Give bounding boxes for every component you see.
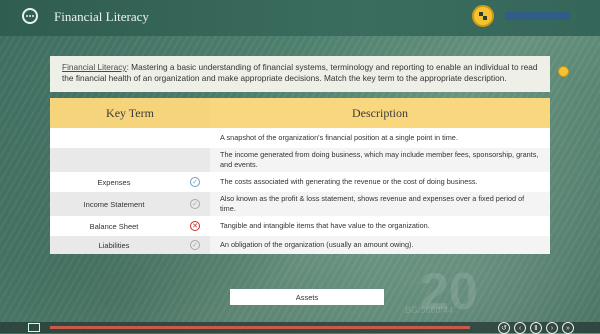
- menu-dots-icon[interactable]: [22, 8, 38, 24]
- term-label: Balance Sheet: [89, 221, 139, 231]
- table-row: Expenses ✓ The costs associated with gener…: [50, 172, 550, 191]
- draggable-term-tile[interactable]: Assets: [230, 289, 384, 305]
- term-drop-cell[interactable]: Liabilities ✓: [50, 236, 210, 254]
- term-drop-cell[interactable]: [50, 148, 210, 172]
- term-drop-cell[interactable]: Expenses ✓: [50, 173, 210, 191]
- course-progress-fill: [505, 12, 570, 20]
- course-progress-bar: [505, 12, 570, 20]
- description-cell: Tangible and intangible items that have …: [210, 217, 550, 235]
- x-circle-icon: ✕: [190, 221, 200, 231]
- table-row: Liabilities ✓ An obligation of the organiz…: [50, 235, 550, 254]
- intro-text: : Mastering a basic understanding of fin…: [62, 62, 538, 83]
- achievement-icon[interactable]: [472, 5, 494, 27]
- table-header: Key Term Description: [50, 98, 550, 128]
- term-label: Expenses: [97, 177, 131, 187]
- column-header-key-term: Key Term: [50, 98, 210, 128]
- check-circle-icon: ✓: [190, 177, 200, 187]
- banknote-serial: BG/5660/44: [405, 305, 454, 315]
- player-buttons: ↺ ‹ Ⅱ › »: [498, 322, 574, 334]
- column-header-description: Description: [210, 98, 550, 128]
- check-circle-outline-icon: ✓: [190, 199, 200, 209]
- description-cell: A snapshot of the organization's financi…: [210, 129, 550, 147]
- description-cell: Also known as the profit & loss statemen…: [210, 192, 550, 216]
- term-label: Income Statement: [83, 199, 145, 209]
- term-drop-cell[interactable]: Balance Sheet ✕: [50, 217, 210, 235]
- table-row: A snapshot of the organization's financi…: [50, 128, 550, 147]
- table-row: The income generated from doing business…: [50, 147, 550, 172]
- playback-progress[interactable]: [50, 326, 470, 329]
- info-icon[interactable]: [558, 66, 569, 77]
- achievement-glyph: [479, 12, 487, 20]
- app-title: Financial Literacy: [54, 9, 149, 24]
- term-label: Liabilities: [98, 240, 130, 250]
- title-bar: Financial Literacy: [0, 0, 600, 36]
- forward-icon[interactable]: ›: [546, 322, 558, 334]
- activity-panel: Financial Literacy: Mastering a basic un…: [50, 56, 569, 301]
- term-drop-cell[interactable]: [50, 129, 210, 147]
- table-row: Income Statement ✓ Also known as the profi…: [50, 191, 550, 216]
- replay-icon[interactable]: ↺: [498, 322, 510, 334]
- description-cell: The income generated from doing business…: [210, 148, 550, 172]
- next-icon[interactable]: »: [562, 322, 574, 334]
- term-drop-cell[interactable]: Income Statement ✓: [50, 192, 210, 216]
- table-body: A snapshot of the organization's financi…: [50, 128, 550, 254]
- closed-captions-icon[interactable]: [28, 323, 40, 332]
- intro-term-link[interactable]: Financial Literacy: [62, 62, 127, 72]
- back-icon[interactable]: ‹: [514, 322, 526, 334]
- instructions: Financial Literacy: Mastering a basic un…: [50, 56, 550, 92]
- description-cell: The costs associated with generating the…: [210, 173, 550, 191]
- check-circle-outline-icon: ✓: [190, 240, 200, 250]
- matching-table: Key Term Description A snapshot of the o…: [50, 98, 550, 254]
- pause-icon[interactable]: Ⅱ: [530, 322, 542, 334]
- table-row: Balance Sheet ✕ Tangible and intangible it…: [50, 216, 550, 235]
- player-controls-bar: ↺ ‹ Ⅱ › »: [0, 322, 600, 334]
- description-cell: An obligation of the organization (usual…: [210, 236, 550, 254]
